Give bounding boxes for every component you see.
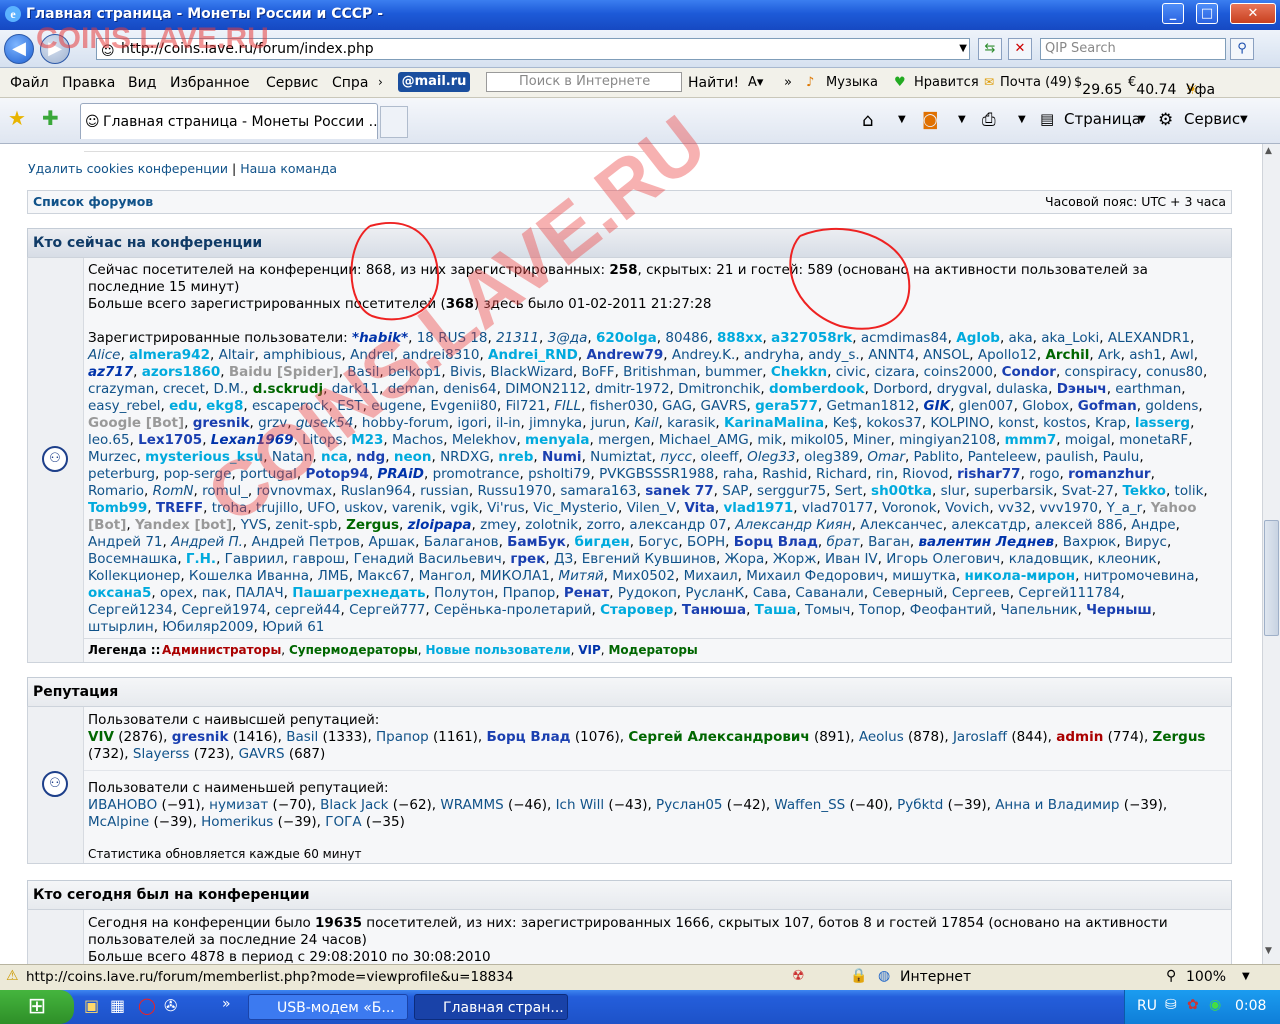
menu-more-icon[interactable]: › <box>378 75 383 89</box>
menu-tools[interactable]: Сервис <box>266 75 318 91</box>
search-icon[interactable]: ⚲ <box>1230 38 1254 60</box>
zoom-level[interactable]: 100% <box>1186 969 1226 985</box>
menu-view[interactable]: Вид <box>128 75 156 91</box>
like-icon: ♥ <box>894 75 906 90</box>
page-icon: ▤ <box>1040 110 1055 128</box>
quicklaunch-folder-icon[interactable]: ▣ <box>84 996 99 1015</box>
forward-button[interactable]: ▶ <box>40 34 70 64</box>
zoom-icon: ⚲ <box>1166 968 1177 984</box>
menu-edit[interactable]: Правка <box>62 75 115 91</box>
warning-icon: ⚠ <box>6 968 19 984</box>
quicklaunch-more-icon[interactable]: » <box>222 996 231 1012</box>
tools-menu[interactable]: Сервис <box>1184 110 1240 128</box>
print-dropdown-icon[interactable]: ▼ <box>1018 114 1026 125</box>
tray-qip-icon[interactable]: ◉ <box>1209 997 1221 1013</box>
popup-icon[interactable]: ☢ <box>792 968 805 984</box>
mail-icon: ✉ <box>984 75 995 89</box>
tab-main-page[interactable]: ☺ Главная страница - Монеты России ... <box>80 103 378 139</box>
status-bar: ⚠ http://coins.lave.ru/forum/memberlist.… <box>0 964 1280 990</box>
menu-bar: Файл Правка Вид Избранное Сервис Спра › … <box>0 68 1280 114</box>
site-favicon-icon: ☺ <box>101 44 115 59</box>
new-tab-button[interactable] <box>380 106 408 138</box>
task-usb-modem[interactable]: USB-модем «Б... <box>248 994 408 1020</box>
windows-logo-icon: ⊞ <box>27 994 47 1019</box>
address-toolbar: ◀ ▶ ☺ http://coins.lave.ru/forum/index.p… <box>0 30 1280 68</box>
clock[interactable]: 0:08 <box>1235 998 1266 1014</box>
eur-rate: €40.74 <box>1128 75 1177 98</box>
home-dropdown-icon[interactable]: ▼ <box>898 114 906 125</box>
more-toolbar-icon[interactable]: » <box>784 75 792 90</box>
scroll-down-icon[interactable]: ▼ <box>1265 946 1272 956</box>
red-annotation-circles <box>350 221 911 330</box>
tab-title: Главная страница - Монеты России ... <box>103 114 378 130</box>
rss-dropdown-icon[interactable]: ▼ <box>958 114 966 125</box>
favorites-star-icon[interactable]: ★ <box>8 106 26 130</box>
print-icon[interactable]: ⎙ <box>982 110 996 130</box>
scroll-thumb[interactable] <box>1264 520 1279 636</box>
network-icon[interactable]: ⛁ <box>1165 997 1177 1013</box>
task-ie-main-page[interactable]: Главная стран... <box>414 994 568 1020</box>
window-title: Главная страница - Монеты России и СССР … <box>26 6 383 22</box>
page-menu[interactable]: Страница <box>1064 110 1141 128</box>
language-indicator[interactable]: RU <box>1137 998 1157 1014</box>
menu-help[interactable]: Спра <box>332 75 368 91</box>
music-icon: ♪ <box>806 75 815 90</box>
mail-count[interactable]: Почта (49) <box>1000 75 1072 90</box>
address-dropdown-icon[interactable]: ▼ <box>959 39 967 59</box>
music-button[interactable]: Музыка <box>826 75 878 90</box>
zone-text: Интернет <box>900 969 972 985</box>
usd-rate: $29.65 <box>1074 75 1123 98</box>
stop-button[interactable]: ✕ <box>1008 38 1032 60</box>
ie-logo-icon: e <box>5 6 21 22</box>
usd-value: 29.65 <box>1082 82 1123 98</box>
globe-icon: ◍ <box>878 968 891 984</box>
window-titlebar[interactable]: e Главная страница - Монеты России и ССС… <box>0 0 1280 30</box>
annotation-circle-2 <box>789 227 911 330</box>
status-url: http://coins.lave.ru/forum/memberlist.ph… <box>26 969 514 985</box>
system-tray: RU ⛁ ✿ ◉ 0:08 <box>1124 990 1280 1024</box>
page-content: Удалить cookies конференции | Наша коман… <box>0 144 1262 964</box>
page-dropdown-icon[interactable]: ▼ <box>1138 114 1146 125</box>
tools-dropdown-icon[interactable]: ▼ <box>1240 114 1248 125</box>
taskbar: ⊞ ▣ ▦ ◯ ✇ » USB-модем «Б... Главная стра… <box>0 990 1280 1024</box>
quicklaunch-app-icon[interactable]: ✇ <box>164 996 177 1015</box>
add-favorites-icon[interactable]: ✚ <box>42 106 59 130</box>
tab-favicon-icon: ☺ <box>85 114 100 130</box>
zoom-dropdown-icon[interactable]: ▼ <box>1242 971 1250 982</box>
tab-bar: ★ ✚ ☺ Главная страница - Монеты России .… <box>0 98 1280 144</box>
maximize-button[interactable]: □ <box>1196 3 1218 24</box>
find-button[interactable]: Найти! <box>688 75 739 91</box>
opera-icon[interactable]: ◯ <box>138 996 156 1015</box>
close-button[interactable]: ✕ <box>1230 3 1276 24</box>
task-usb-modem-label: USB-модем «Б... <box>277 1000 395 1016</box>
task-ie-main-page-label: Главная стран... <box>443 1000 564 1016</box>
back-button[interactable]: ◀ <box>4 34 34 64</box>
gear-icon: ⚙ <box>1158 110 1174 130</box>
home-icon[interactable]: ⌂ <box>862 110 873 131</box>
vertical-scrollbar[interactable]: ▲ ▼ <box>1262 144 1280 964</box>
qip-search-input[interactable]: QIP Search <box>1040 38 1226 60</box>
font-size-icon[interactable]: A▾ <box>748 75 763 90</box>
refresh-button[interactable]: ⇆ <box>978 38 1002 60</box>
web-search-input[interactable]: Поиск в Интернете <box>486 72 682 92</box>
minimize-button[interactable]: _ <box>1162 3 1184 24</box>
menu-file[interactable]: Файл <box>10 75 49 91</box>
address-url: http://coins.lave.ru/forum/index.php <box>121 41 374 57</box>
address-input[interactable]: ☺ http://coins.lave.ru/forum/index.php ▼ <box>96 38 970 60</box>
quicklaunch-desktop-icon[interactable]: ▦ <box>110 996 125 1015</box>
eur-value: 40.74 <box>1136 82 1177 98</box>
rss-icon[interactable]: ◙ <box>922 110 939 130</box>
protected-mode-icon[interactable]: 🔒 <box>850 968 867 984</box>
tray-flower-icon[interactable]: ✿ <box>1187 997 1199 1013</box>
start-button[interactable]: ⊞ <box>0 990 74 1024</box>
menu-favorites[interactable]: Избранное <box>170 75 250 91</box>
annotation-circle-1 <box>350 221 440 321</box>
mailru-logo[interactable]: @mail.ru <box>398 72 470 92</box>
like-button[interactable]: Нравится <box>914 75 979 90</box>
scroll-up-icon[interactable]: ▲ <box>1265 146 1272 156</box>
